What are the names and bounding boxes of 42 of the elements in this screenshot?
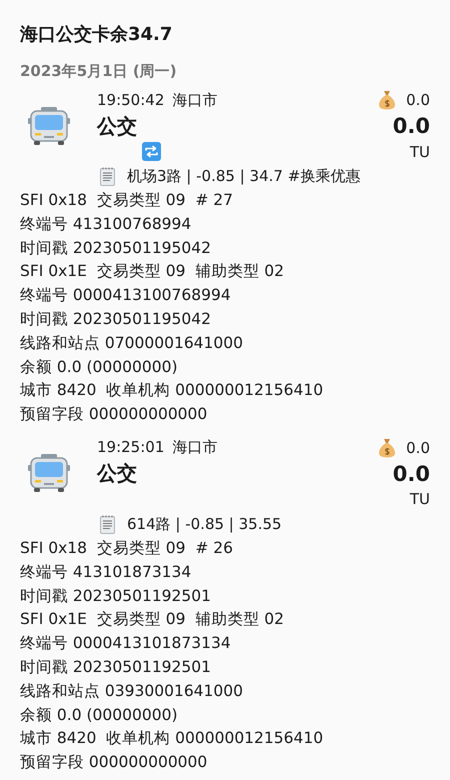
- transaction-time: 19:25:01: [97, 438, 164, 458]
- memo-text: 机场3路 | -0.85 | 34.7 #换乘优惠: [127, 167, 360, 186]
- detail-line: SFI 0x1E 交易类型 09 辅助类型 02: [20, 609, 285, 630]
- detail-line: SFI 0x1E 交易类型 09 辅助类型 02: [20, 261, 285, 282]
- detail-line: SFI 0x18 交易类型 09 # 26: [20, 538, 234, 559]
- date-heading: 2023年5月1日 (周一): [20, 61, 178, 82]
- money-bag-icon: [378, 438, 396, 458]
- detail-line: 终端号 413101873134: [20, 562, 192, 583]
- detail-line: 时间戳 20230501195042: [20, 238, 212, 259]
- detail-line: 预留字段 000000000000: [20, 404, 208, 426]
- city-name: 海口市: [172, 438, 218, 458]
- page-title: 海口公交卡余34.7: [20, 23, 174, 47]
- category-label: 公交: [97, 112, 138, 140]
- category-label: 公交: [97, 460, 138, 488]
- detail-line: 时间戳 20230501192501: [20, 656, 212, 678]
- detail-line: 时间戳 20230501195042: [20, 308, 212, 330]
- amount-value: 0.0: [392, 114, 430, 138]
- detail-line: 终端号 0000413101873134: [20, 633, 232, 654]
- detail-line: 城市 8420 收单机构 000000012156410: [20, 380, 324, 402]
- currency-unit: TU: [408, 142, 430, 160]
- detail-line: 终端号 413100768994: [20, 214, 192, 235]
- detail-line: 线路和站点 07000001641000: [20, 332, 244, 354]
- detail-line: 城市 8420 收单机构 000000012156410: [20, 728, 324, 750]
- detail-line: 余额 0.0 (00000000): [20, 356, 178, 378]
- notepad-icon: [100, 514, 115, 534]
- detail-line: SFI 0x18 交易类型 09 # 27: [20, 190, 234, 211]
- bonus-amount: 0.0: [406, 91, 430, 109]
- detail-line: 终端号 0000413100768994: [20, 285, 232, 306]
- transaction-time: 19:50:42: [97, 90, 164, 110]
- detail-line: 预留字段 000000000000: [20, 752, 208, 774]
- notepad-icon: [100, 167, 115, 186]
- city-name: 海口市: [172, 90, 218, 110]
- detail-line: 线路和站点 03930001641000: [20, 680, 244, 702]
- bonus-amount: 0.0: [406, 438, 430, 457]
- amount-value: 0.0: [392, 462, 430, 486]
- currency-unit: TU: [408, 490, 430, 508]
- money-bag-icon: [378, 90, 396, 110]
- memo-text: 614路 | -0.85 | 35.55: [127, 514, 282, 534]
- detail-line: 余额 0.0 (00000000): [20, 704, 178, 726]
- detail-line: 时间戳 20230501192501: [20, 586, 212, 607]
- bus-icon: [28, 104, 70, 146]
- bus-icon: [28, 452, 70, 494]
